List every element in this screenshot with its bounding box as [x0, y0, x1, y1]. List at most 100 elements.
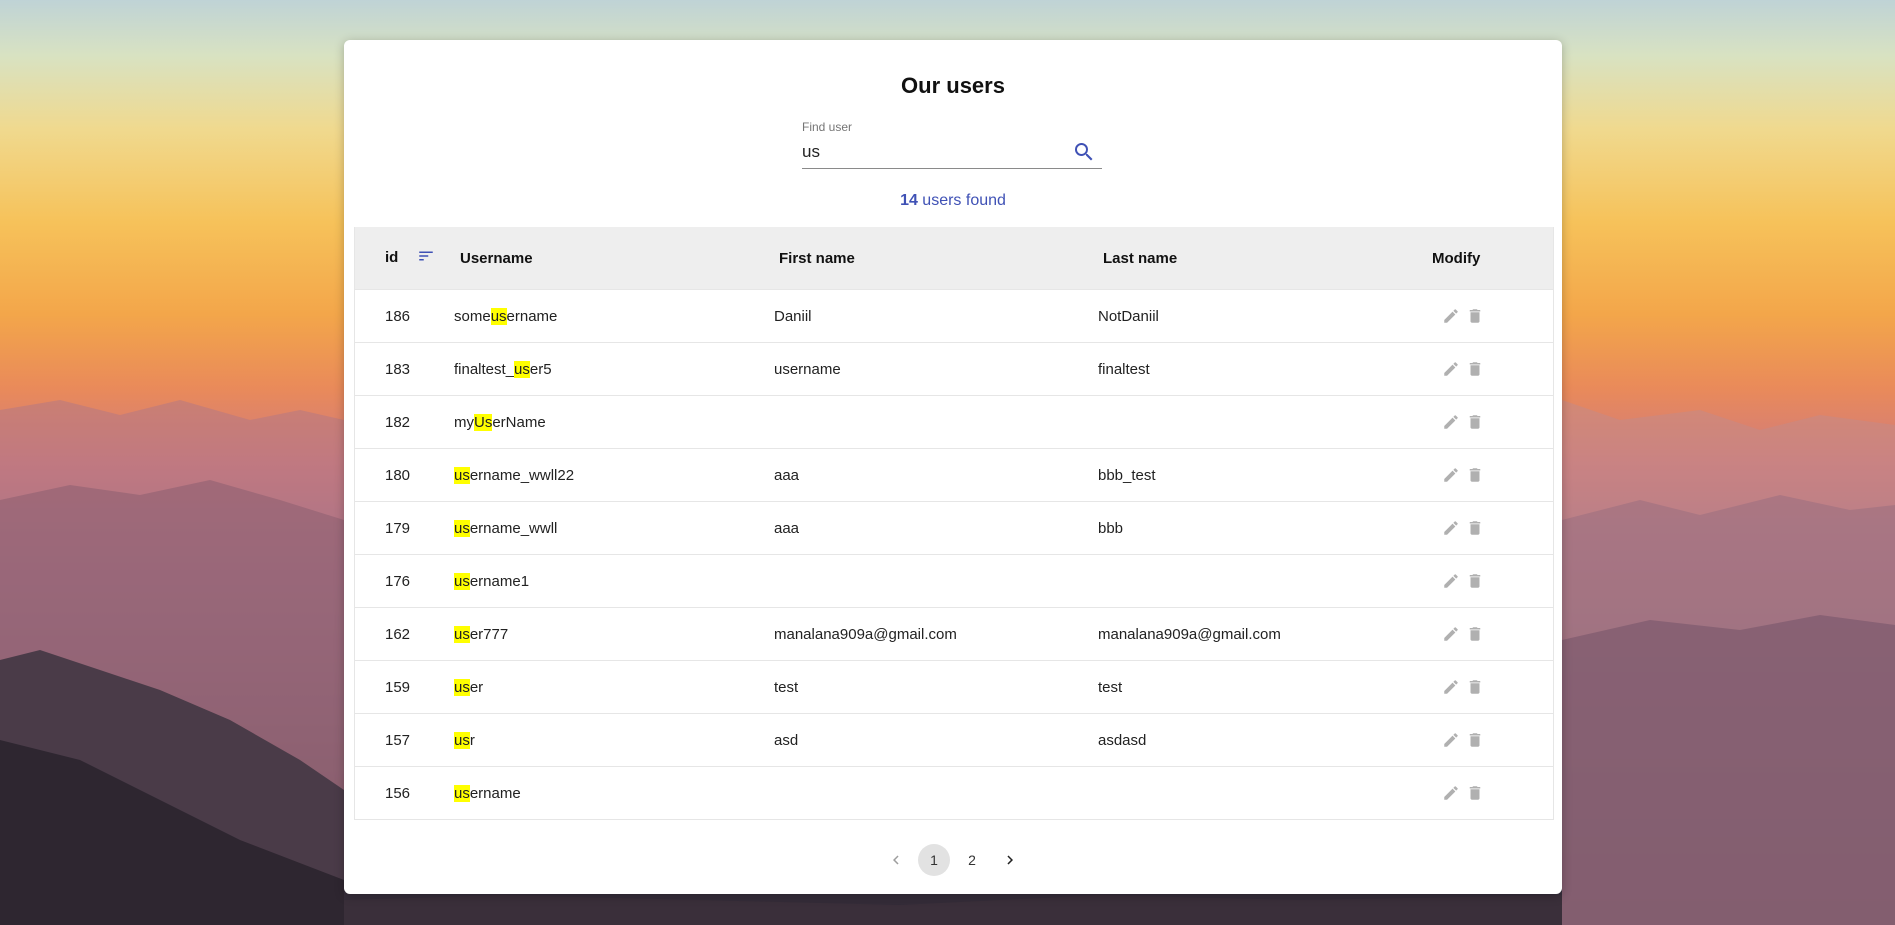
column-header-last-name[interactable]: Last name: [1098, 250, 1422, 267]
delete-icon[interactable]: [1466, 360, 1484, 378]
table-row: 179 username_wwll aaa bbb: [355, 501, 1553, 554]
cell-last-name: asdasd: [1098, 731, 1147, 749]
cell-username: username_wwll: [450, 519, 774, 537]
username-suffix: er5: [529, 360, 552, 378]
edit-icon[interactable]: [1442, 572, 1460, 590]
column-header-modify: Modify: [1432, 249, 1481, 267]
cell-id: 162: [385, 625, 411, 643]
edit-icon[interactable]: [1442, 678, 1460, 696]
username-suffix: er: [469, 678, 484, 696]
edit-icon[interactable]: [1442, 360, 1460, 378]
cell-username: someusername: [450, 307, 774, 325]
edit-icon[interactable]: [1442, 731, 1460, 749]
cell-id: 159: [385, 678, 411, 696]
search-label: Find user: [802, 120, 853, 134]
username-suffix: er777: [469, 625, 509, 643]
column-header-first-name[interactable]: First name: [774, 250, 1098, 267]
cell-username: username1: [450, 572, 774, 590]
cell-first-name: Daniil: [774, 307, 812, 325]
cell-modify: [1422, 360, 1553, 378]
cell-id: 176: [385, 572, 411, 590]
cell-last-name: test: [1098, 678, 1123, 696]
pagination: 12: [344, 844, 1562, 876]
delete-icon[interactable]: [1466, 572, 1484, 590]
cell-last-name: manalana909a@gmail.com: [1098, 625, 1281, 643]
username-prefix: some: [454, 307, 491, 325]
username-match-highlight: us: [454, 784, 470, 802]
next-page-button[interactable]: [994, 844, 1026, 876]
cell-first-name: test: [774, 678, 799, 696]
delete-icon[interactable]: [1466, 307, 1484, 325]
search-underline: [802, 168, 1102, 169]
username-match-highlight: us: [454, 625, 470, 643]
cell-id: 180: [385, 466, 411, 484]
delete-icon[interactable]: [1466, 678, 1484, 696]
chevron-right-icon: [1007, 855, 1013, 865]
edit-icon[interactable]: [1442, 307, 1460, 325]
cell-modify: [1422, 413, 1553, 431]
cell-username: finaltest_user5: [450, 360, 774, 378]
cell-username: username: [450, 784, 774, 802]
cell-first-name: asd: [774, 731, 799, 749]
cell-username: username_wwll22: [450, 466, 774, 484]
cell-modify: [1422, 572, 1553, 590]
column-header-username[interactable]: Username: [450, 250, 774, 267]
table-header: id Username First name Last name Modify: [355, 227, 1553, 289]
username-suffix: ername1: [469, 572, 530, 590]
username-match-highlight: us: [454, 519, 470, 537]
search-input[interactable]: [802, 140, 1062, 164]
page-button[interactable]: 2: [956, 844, 988, 876]
username-suffix: erName: [492, 413, 546, 431]
sort-icon[interactable]: [417, 247, 435, 269]
edit-icon[interactable]: [1442, 519, 1460, 537]
table-row: 182 myUserName: [355, 395, 1553, 448]
cell-modify: [1422, 519, 1553, 537]
edit-icon[interactable]: [1442, 466, 1460, 484]
username-suffix: ername_wwll22: [469, 466, 575, 484]
delete-icon[interactable]: [1466, 625, 1484, 643]
page-button[interactable]: 1: [918, 844, 950, 876]
edit-icon[interactable]: [1442, 784, 1460, 802]
edit-icon[interactable]: [1442, 625, 1460, 643]
cell-username: user777: [450, 625, 774, 643]
username-prefix: my: [454, 413, 474, 431]
cell-last-name: bbb_test: [1098, 466, 1156, 484]
username-suffix: r: [469, 731, 475, 749]
cell-modify: [1422, 307, 1553, 325]
cell-last-name: NotDaniil: [1098, 307, 1159, 325]
username-match-highlight: us: [454, 678, 470, 696]
username-prefix: finaltest_: [454, 360, 515, 378]
table-row: 159 user test test: [355, 660, 1553, 713]
results-count-number: 14: [900, 192, 918, 209]
username-match-highlight: us: [490, 307, 507, 325]
cell-modify: [1422, 625, 1553, 643]
cell-first-name: manalana909a@gmail.com: [774, 625, 957, 643]
table-row: 180 username_wwll22 aaa bbb_test: [355, 448, 1553, 501]
prev-page-button[interactable]: [880, 844, 912, 876]
results-count: 14 users found: [344, 192, 1562, 210]
cell-id: 186: [385, 307, 411, 325]
table-row: 186 someusername Daniil NotDaniil: [355, 289, 1553, 342]
page-title: Our users: [901, 73, 1005, 98]
cell-id: 179: [385, 519, 411, 537]
users-table: id Username First name Last name Modify …: [354, 227, 1554, 820]
results-count-suffix: users found: [917, 192, 1006, 209]
username-match-highlight: us: [514, 360, 530, 378]
page-numbers: 12: [918, 844, 988, 876]
column-header-id-label: id: [385, 248, 399, 266]
delete-icon[interactable]: [1466, 413, 1484, 431]
edit-icon[interactable]: [1442, 413, 1460, 431]
cell-id: 182: [385, 413, 411, 431]
cell-last-name: finaltest: [1098, 360, 1150, 378]
table-row: 156 username: [355, 766, 1553, 819]
search-icon[interactable]: [1072, 140, 1096, 164]
delete-icon[interactable]: [1466, 519, 1484, 537]
username-match-highlight: us: [454, 572, 470, 590]
delete-icon[interactable]: [1466, 784, 1484, 802]
column-header-id[interactable]: id: [355, 247, 450, 269]
cell-first-name: aaa: [774, 466, 800, 484]
cell-id: 183: [385, 360, 411, 378]
delete-icon[interactable]: [1466, 731, 1484, 749]
delete-icon[interactable]: [1466, 466, 1484, 484]
cell-username: myUserName: [450, 413, 774, 431]
